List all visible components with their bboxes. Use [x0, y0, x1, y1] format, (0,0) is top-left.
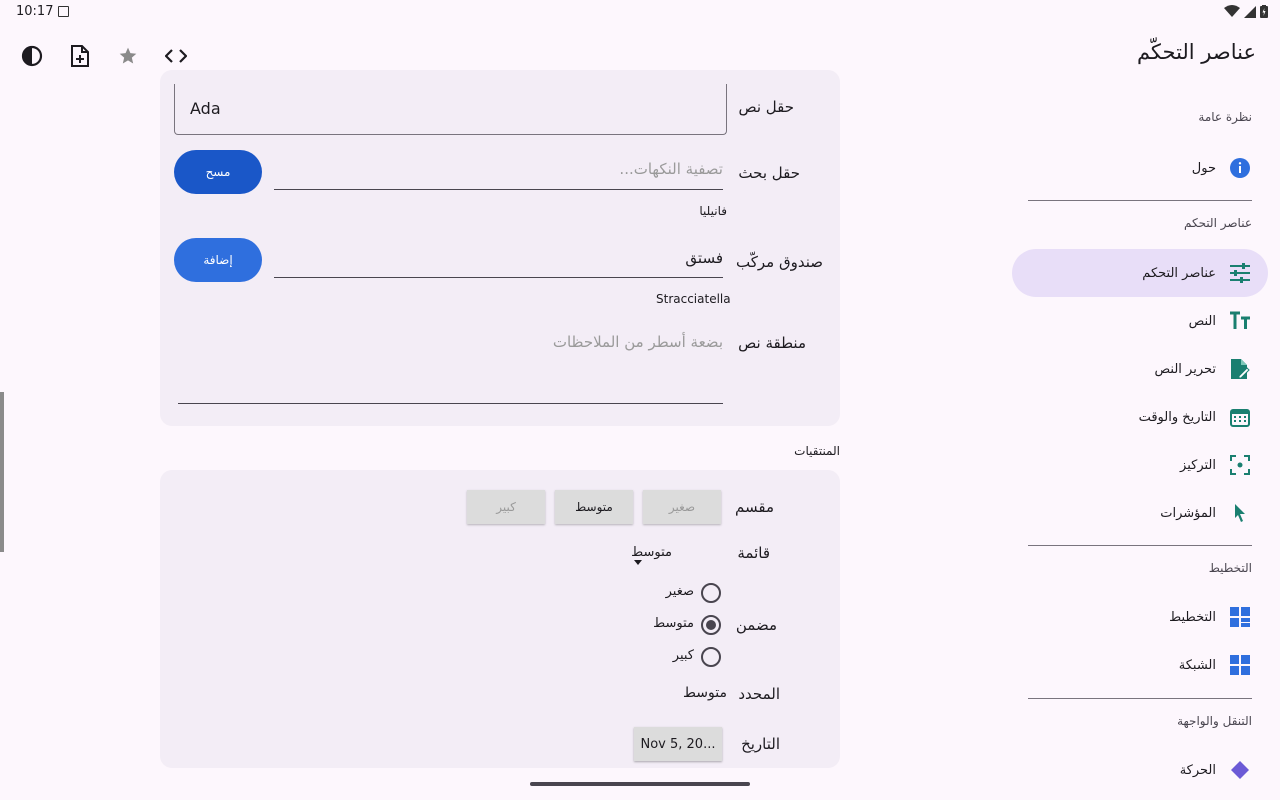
search-input[interactable]: تصفية النكهات... — [274, 152, 723, 190]
new-document-button[interactable] — [64, 40, 96, 72]
star-icon — [119, 47, 137, 64]
nav-item-text[interactable]: النص — [1012, 297, 1268, 345]
status-time: 10:17 — [16, 4, 54, 19]
combo-input[interactable]: فستق — [274, 240, 723, 278]
nav-item-controls[interactable]: عناصر التحكم — [1012, 249, 1268, 297]
nav-item-motion[interactable]: الحركة — [1012, 746, 1268, 794]
battery-icon — [1260, 5, 1268, 18]
text-area-label: منطقة نص — [738, 334, 806, 352]
info-icon — [1228, 156, 1252, 180]
date-label: التاريخ — [741, 735, 780, 753]
nav-item-label: النص — [1188, 313, 1216, 329]
nav-item-label: الحركة — [1179, 762, 1216, 778]
dropdown-select[interactable]: متوسط — [620, 542, 680, 565]
radio-medium-label: متوسط — [653, 616, 694, 631]
clear-button[interactable]: مسح — [174, 150, 262, 194]
pointer-icon — [1228, 501, 1252, 525]
app-title: عناصر التحكّم — [1136, 40, 1256, 64]
search-hint: فانيليا — [699, 204, 727, 218]
text-icon — [1228, 309, 1252, 333]
nav-item-label: تحرير النص — [1154, 361, 1216, 377]
nav-item-text-editing[interactable]: تحرير النص — [1012, 345, 1268, 393]
selected-value: متوسط — [683, 685, 727, 701]
nav-section-controls: عناصر التحكم — [1183, 216, 1252, 230]
radio-small-label: صغير — [665, 584, 694, 599]
segment-small[interactable]: صغير — [643, 490, 721, 524]
dropdown-label: قائمة — [737, 544, 770, 562]
radio-large-label: كبير — [672, 648, 694, 663]
chevron-down-icon — [634, 550, 642, 569]
nav-divider — [1028, 200, 1252, 201]
nav-divider — [1028, 545, 1252, 546]
text-area[interactable]: بضعة أسطر من الملاحظات — [178, 326, 723, 404]
code-button[interactable] — [160, 40, 192, 72]
nav-item-about[interactable]: حول — [1012, 144, 1268, 192]
diamond-icon — [1228, 758, 1252, 782]
radio-small[interactable] — [701, 583, 721, 603]
tune-icon — [1228, 261, 1252, 285]
pickers-section-title: المنتقيات — [794, 444, 840, 458]
search-field-label: حقل بحث — [738, 164, 800, 182]
segment-large[interactable]: كبير — [467, 490, 545, 524]
nav-item-label: عناصر التحكم — [1142, 265, 1216, 281]
layout-icon — [1228, 605, 1252, 629]
date-picker-button[interactable]: Nov 5, 20... — [634, 727, 722, 761]
combo-box-label: صندوق مركّب — [736, 253, 823, 271]
status-icons — [1224, 5, 1268, 18]
segment-medium[interactable]: متوسط — [555, 490, 633, 524]
segmented-label: مقسم — [735, 498, 774, 516]
code-icon — [165, 49, 187, 63]
grid-icon — [1228, 653, 1252, 677]
nav-divider — [1028, 698, 1252, 699]
nav-section-layout: التخطيط — [1208, 561, 1252, 575]
edit-doc-icon — [1228, 357, 1252, 381]
radio-medium[interactable] — [701, 615, 721, 635]
search-placeholder: تصفية النكهات... — [619, 160, 723, 178]
radio-group-label: مضمن — [735, 616, 777, 634]
text-field-label: حقل نص — [738, 98, 794, 116]
navigation-drawer: نظرة عامة حول عناصر التحكم عناصر التحكم … — [1000, 88, 1280, 800]
nav-item-label: حول — [1191, 160, 1216, 176]
calendar-icon — [1228, 405, 1252, 429]
nav-item-grid[interactable]: الشبكة — [1012, 641, 1268, 689]
nav-item-label: التاريخ والوقت — [1138, 409, 1216, 425]
favorite-button[interactable] — [112, 40, 144, 72]
selected-label: المحدد — [738, 685, 780, 703]
focus-icon — [1228, 453, 1252, 477]
add-button[interactable]: إضافة — [174, 238, 262, 282]
signal-icon — [1244, 5, 1256, 18]
combo-hint: Stracciatella — [656, 292, 731, 306]
theme-toggle-button[interactable] — [16, 40, 48, 72]
wifi-icon — [1224, 5, 1240, 17]
nav-item-label: الشبكة — [1178, 657, 1216, 673]
nav-section-overview: نظرة عامة — [1198, 110, 1252, 124]
nav-item-layout[interactable]: التخطيط — [1012, 593, 1268, 641]
gesture-handle[interactable] — [530, 782, 750, 786]
notification-icon — [58, 6, 69, 17]
nav-item-label: التخطيط — [1169, 609, 1216, 625]
nav-item-date-time[interactable]: التاريخ والوقت — [1012, 393, 1268, 441]
text-field[interactable]: Ada — [174, 84, 727, 135]
combo-value: فستق — [685, 249, 723, 267]
nav-item-label: المؤشرات — [1160, 505, 1216, 521]
nav-item-pointers[interactable]: المؤشرات — [1012, 489, 1268, 537]
nav-item-focus[interactable]: التركيز — [1012, 441, 1268, 489]
text-area-placeholder: بضعة أسطر من الملاحظات — [552, 333, 723, 351]
contrast-icon — [21, 45, 43, 67]
scrollbar[interactable] — [0, 392, 4, 552]
status-bar: 10:17 — [0, 0, 1280, 24]
nav-item-label: التركيز — [1180, 457, 1216, 473]
note-add-icon — [71, 45, 89, 67]
text-field-value: Ada — [190, 99, 221, 118]
radio-large[interactable] — [701, 647, 721, 667]
nav-section-navigation: التنقل والواجهة — [1177, 714, 1252, 728]
